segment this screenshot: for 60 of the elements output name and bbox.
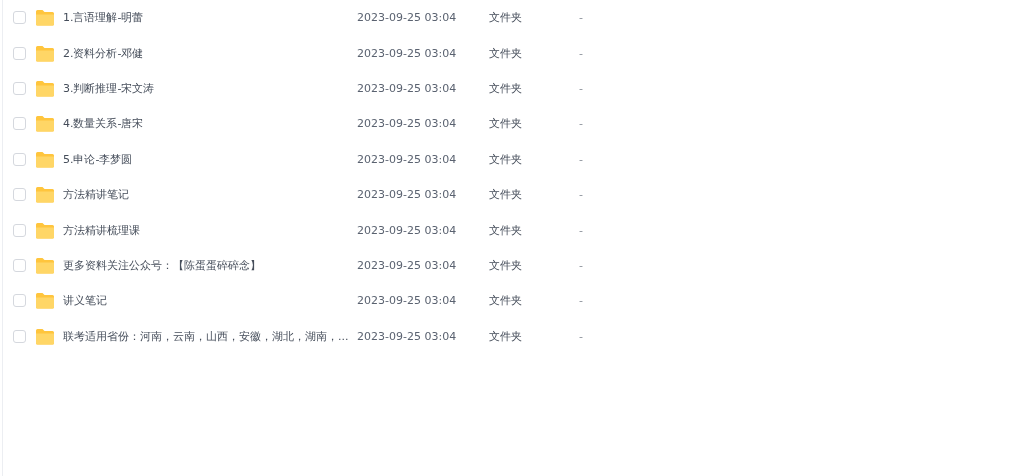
file-name[interactable]: 方法精讲梳理课: [63, 222, 357, 238]
file-name[interactable]: 5.申论-李梦圆: [63, 151, 357, 167]
file-type: 文件夹: [489, 151, 523, 167]
folder-icon: [35, 44, 55, 62]
file-size: -: [579, 188, 583, 202]
checkbox[interactable]: [13, 223, 26, 237]
folder-icon: [35, 292, 55, 310]
file-size: -: [579, 223, 583, 237]
folder-icon: [35, 150, 55, 168]
file-type: 文件夹: [489, 45, 523, 61]
folder-icon: [35, 221, 55, 239]
file-size: -: [579, 152, 583, 166]
file-type: 文件夹: [489, 10, 523, 26]
checkbox[interactable]: [13, 152, 26, 166]
checkbox[interactable]: [13, 117, 26, 131]
modified-date: 2023-09-25 03:04: [357, 294, 458, 308]
folder-icon: [35, 256, 55, 274]
file-type: 文件夹: [489, 257, 523, 273]
file-name[interactable]: 3.判断推理-宋文涛: [63, 80, 357, 96]
file-name[interactable]: 4.数量关系-唐宋: [63, 116, 357, 132]
file-name[interactable]: 2.资料分析-邓健: [63, 45, 357, 61]
modified-date: 2023-09-25 03:04: [357, 258, 458, 272]
file-name[interactable]: 方法精讲笔记: [63, 187, 357, 203]
file-type: 文件夹: [489, 328, 523, 344]
file-type: 文件夹: [489, 293, 523, 309]
file-size: -: [579, 11, 583, 25]
checkbox[interactable]: [13, 294, 26, 308]
file-size: -: [579, 117, 583, 131]
modified-date: 2023-09-25 03:04: [357, 152, 458, 166]
file-name[interactable]: 联考适用省份：河南，云南，山西，安徽，湖北，湖南，...: [63, 328, 357, 344]
modified-date: 2023-09-25 03:04: [357, 117, 458, 131]
checkbox[interactable]: [13, 11, 26, 25]
modified-date: 2023-09-25 03:04: [357, 188, 458, 202]
file-type: 文件夹: [489, 187, 523, 203]
file-name[interactable]: 1.言语理解-明蕾: [63, 10, 357, 26]
checkbox[interactable]: [13, 46, 26, 60]
file-size: -: [579, 294, 583, 308]
modified-date: 2023-09-25 03:04: [357, 329, 458, 343]
folder-icon: [35, 79, 55, 97]
file-name[interactable]: 更多资料关注公众号：【陈蛋蛋碎碎念】: [63, 257, 357, 273]
folder-icon: [35, 115, 55, 133]
file-type: 文件夹: [489, 80, 523, 96]
folder-icon: [35, 327, 55, 345]
file-type: 文件夹: [489, 222, 523, 238]
checkbox[interactable]: [13, 258, 26, 272]
modified-date: 2023-09-25 03:04: [357, 11, 458, 25]
file-size: -: [579, 329, 583, 343]
checkbox[interactable]: [13, 188, 26, 202]
modified-date: 2023-09-25 03:04: [357, 81, 458, 95]
modified-date: 2023-09-25 03:04: [357, 46, 458, 60]
file-name[interactable]: 讲义笔记: [63, 293, 357, 309]
file-type: 文件夹: [489, 116, 523, 132]
folder-icon: [35, 186, 55, 204]
file-size: -: [579, 81, 583, 95]
checkbox[interactable]: [13, 329, 26, 343]
file-size: -: [579, 46, 583, 60]
checkbox[interactable]: [13, 81, 26, 95]
file-size: -: [579, 258, 583, 272]
folder-icon: [35, 9, 55, 27]
modified-date: 2023-09-25 03:04: [357, 223, 458, 237]
